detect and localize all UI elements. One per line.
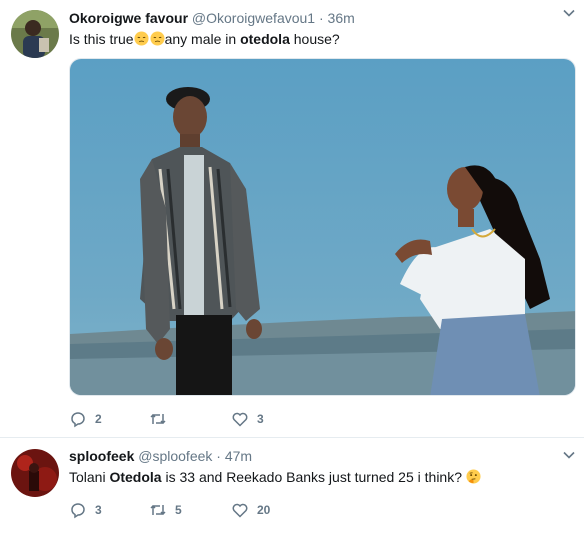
retweet-button[interactable]: 5 <box>149 500 182 520</box>
reply-icon <box>71 503 85 519</box>
thinking-face-icon <box>466 469 481 484</box>
tweet-text-part: Tolani <box>69 469 110 485</box>
pensive-face-icon <box>150 31 165 46</box>
avatar[interactable] <box>11 10 59 58</box>
tweet-text-bold: otedola <box>240 31 290 47</box>
tweet-text: Tolani Otedola is 33 and Reekado Banks j… <box>69 468 574 487</box>
tweet-photo[interactable] <box>69 58 576 396</box>
tweet-text: Is this true any male in otedola house? <box>69 30 574 49</box>
retweet-count: 5 <box>175 503 182 517</box>
timestamp[interactable]: 47m <box>225 448 252 464</box>
tweet-header: sploofeek @sploofeek · 47m <box>69 447 574 466</box>
like-count: 20 <box>257 503 271 517</box>
pensive-face-icon <box>134 31 149 46</box>
separator-dot: · <box>318 10 324 26</box>
reply-icon <box>71 412 85 428</box>
tweet-text-part: Is this true <box>69 31 134 47</box>
reply-button[interactable]: 2 <box>69 409 102 429</box>
tweet-text-bold: Otedola <box>109 469 162 485</box>
retweet-button[interactable] <box>149 409 175 429</box>
like-count: 3 <box>257 412 264 426</box>
heart-icon <box>232 412 248 427</box>
tweet-actions: 3 5 20 <box>69 500 576 520</box>
separator-dot: · <box>216 448 221 464</box>
display-name[interactable]: Okoroigwe favour <box>69 10 188 26</box>
chevron-down-icon[interactable] <box>562 448 576 462</box>
retweet-icon <box>150 413 166 425</box>
tweet-text-part: any male in <box>164 31 241 47</box>
tweet[interactable]: sploofeek @sploofeek · 47m Tolani Otedol… <box>0 439 584 536</box>
tweet-actions: 2 3 <box>69 409 576 429</box>
tweet-header: Okoroigwe favour @Okoroigwefavou1 · 36m <box>69 9 574 28</box>
chevron-down-icon[interactable] <box>562 6 576 20</box>
tweet[interactable]: Okoroigwe favour @Okoroigwefavou1 · 36m … <box>0 0 584 438</box>
avatar[interactable] <box>11 449 59 497</box>
reply-count: 3 <box>95 503 102 517</box>
retweet-icon <box>150 504 166 516</box>
tweet-text-part: is 33 and Reekado Banks just turned 25 i… <box>161 469 466 485</box>
user-handle[interactable]: @Okoroigwefavou1 <box>192 10 315 26</box>
timestamp[interactable]: 36m <box>328 10 355 26</box>
tweet-text-part: house? <box>289 31 340 47</box>
reply-count: 2 <box>95 412 102 426</box>
user-handle[interactable]: @sploofeek <box>138 448 212 464</box>
reply-button[interactable]: 3 <box>69 500 102 520</box>
like-button[interactable]: 20 <box>231 500 270 520</box>
like-button[interactable]: 3 <box>231 409 264 429</box>
heart-icon <box>232 503 248 518</box>
display-name[interactable]: sploofeek <box>69 448 134 464</box>
